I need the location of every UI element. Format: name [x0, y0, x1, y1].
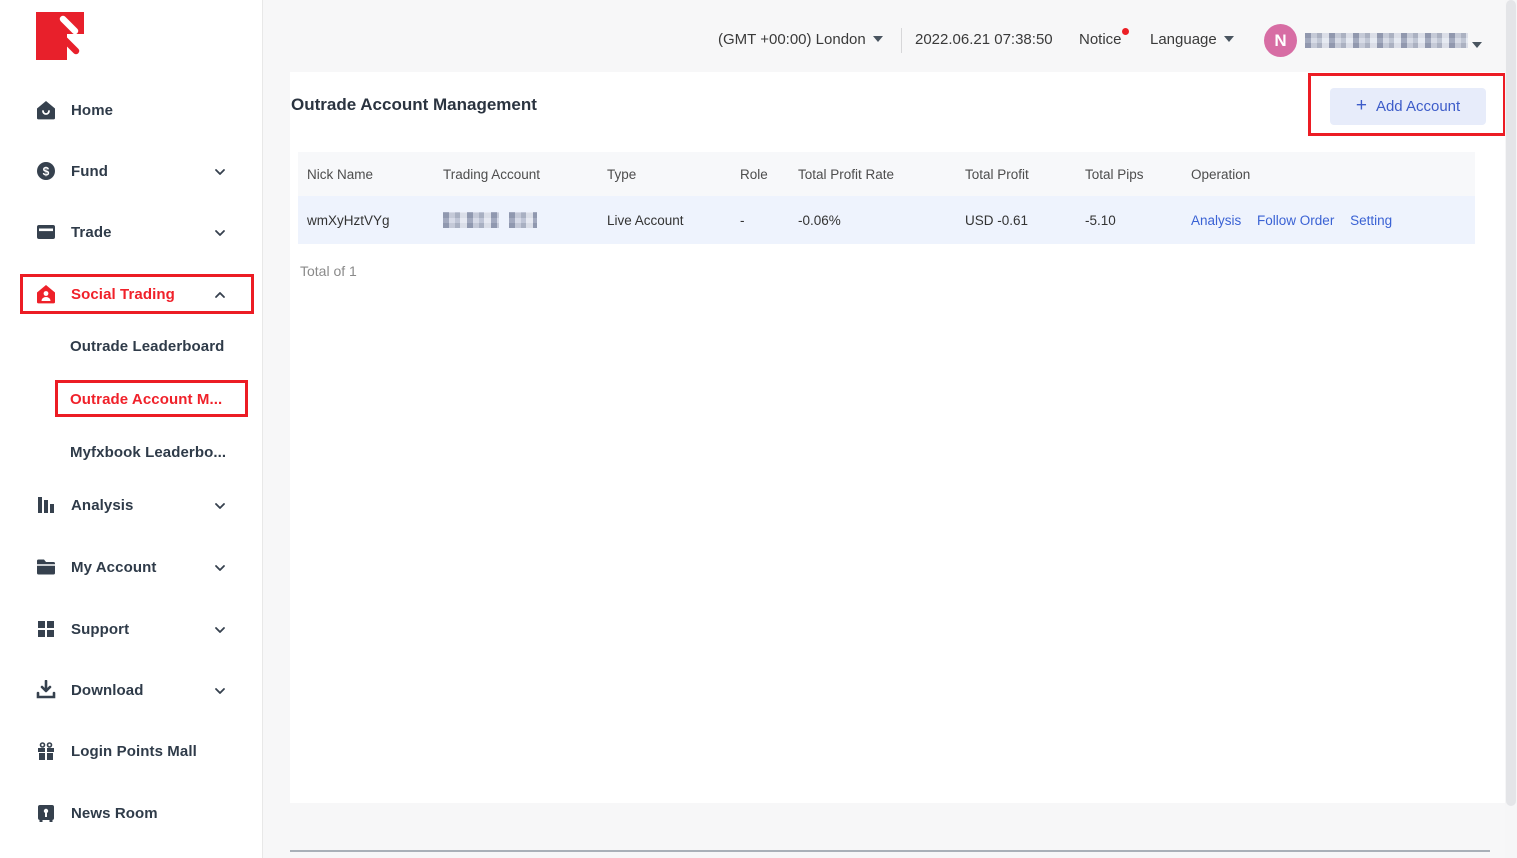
- column-header-type: Type: [598, 152, 731, 196]
- news-room-icon: [36, 803, 56, 823]
- language-label: Language: [1150, 31, 1217, 48]
- chevron-down-icon: [214, 623, 226, 635]
- sidebar-item-label: Support: [71, 621, 129, 638]
- sidebar-item-label: Myfxbook Leaderbo...: [70, 444, 226, 461]
- sidebar-item-trade[interactable]: Trade: [0, 212, 263, 252]
- sidebar-item-login-points-mall[interactable]: Login Points Mall: [0, 731, 263, 771]
- cell-total-pips: -5.10: [1076, 196, 1182, 244]
- sidebar-item-download[interactable]: Download: [0, 670, 263, 710]
- notice-link[interactable]: Notice: [1079, 31, 1122, 48]
- sidebar: Home $ Fund Trade Social Trading Outrade…: [0, 0, 263, 858]
- caret-down-icon: [1224, 36, 1234, 42]
- sidebar-item-label: Download: [71, 682, 143, 699]
- sidebar-item-fund[interactable]: $ Fund: [0, 151, 263, 191]
- chevron-down-icon: [214, 684, 226, 696]
- accounts-table: Nick Name Trading Account Type Role Tota…: [298, 152, 1475, 244]
- chevron-down-icon: [214, 226, 226, 238]
- sidebar-item-label: Social Trading: [71, 286, 175, 303]
- svg-text:$: $: [43, 165, 50, 179]
- brand-logo-icon[interactable]: [36, 12, 84, 60]
- sidebar-item-home[interactable]: Home: [0, 90, 263, 130]
- trading-account-blurred: [443, 212, 499, 228]
- topbar-divider: [901, 28, 902, 53]
- sidebar-item-support[interactable]: Support: [0, 609, 263, 649]
- cell-nick-name: wmXyHztVYg: [298, 196, 434, 244]
- column-header-total-profit-rate: Total Profit Rate: [789, 152, 956, 196]
- total-count-label: Total of 1: [300, 263, 357, 279]
- my-account-icon: [36, 557, 56, 577]
- user-menu-caret-icon[interactable]: [1472, 37, 1482, 55]
- page-title: Outrade Account Management: [291, 95, 537, 115]
- support-icon: [36, 619, 56, 639]
- column-header-operation: Operation: [1182, 152, 1475, 196]
- column-header-total-pips: Total Pips: [1076, 152, 1182, 196]
- column-header-trading-account: Trading Account: [434, 152, 598, 196]
- sidebar-item-label: My Account: [71, 559, 156, 576]
- sidebar-item-label: Outrade Account M...: [70, 391, 222, 408]
- timezone-selector[interactable]: (GMT +00:00) London: [718, 31, 883, 48]
- sidebar-item-analysis[interactable]: Analysis: [0, 485, 263, 525]
- sidebar-item-label: Analysis: [71, 497, 134, 514]
- analysis-icon: [36, 495, 56, 515]
- cell-total-profit-rate: -0.06%: [789, 196, 956, 244]
- sidebar-item-label: News Room: [71, 805, 158, 822]
- column-header-role: Role: [731, 152, 789, 196]
- follow-order-link[interactable]: Follow Order: [1257, 213, 1334, 228]
- add-account-label: Add Account: [1376, 98, 1460, 115]
- scrollbar-thumb[interactable]: [1506, 0, 1516, 806]
- footer-divider: [290, 850, 1490, 852]
- caret-down-icon: [873, 36, 883, 42]
- fund-icon: $: [36, 161, 56, 181]
- cell-operation: Analysis Follow Order Setting: [1182, 196, 1475, 244]
- gift-icon: [36, 741, 56, 761]
- social-trading-icon: [36, 284, 56, 304]
- sidebar-item-label: Trade: [71, 224, 112, 241]
- chevron-up-icon: [214, 288, 226, 300]
- sidebar-item-label: Outrade Leaderboard: [70, 338, 224, 355]
- sidebar-item-label: Fund: [71, 163, 108, 180]
- column-header-nick-name: Nick Name: [298, 152, 434, 196]
- setting-link[interactable]: Setting: [1350, 213, 1392, 228]
- sidebar-item-outrade-leaderboard[interactable]: Outrade Leaderboard: [0, 326, 263, 366]
- trading-account-blurred: [509, 212, 537, 228]
- username-blurred[interactable]: [1305, 33, 1468, 48]
- chevron-down-icon: [214, 499, 226, 511]
- avatar-letter: N: [1274, 31, 1286, 51]
- sidebar-item-label: Login Points Mall: [71, 743, 197, 760]
- trade-icon: [36, 222, 56, 242]
- add-account-button[interactable]: + Add Account: [1330, 88, 1486, 125]
- chevron-down-icon: [214, 561, 226, 573]
- sidebar-item-news-room[interactable]: News Room: [0, 793, 263, 833]
- sidebar-item-myfxbook-leaderboard[interactable]: Myfxbook Leaderbo...: [0, 432, 263, 472]
- sidebar-item-my-account[interactable]: My Account: [0, 547, 263, 587]
- cell-type: Live Account: [598, 196, 731, 244]
- home-icon: [36, 100, 56, 120]
- datetime-label: 2022.06.21 07:38:50: [915, 31, 1053, 48]
- timezone-label: (GMT +00:00) London: [718, 31, 866, 48]
- sidebar-item-social-trading[interactable]: Social Trading: [0, 274, 263, 314]
- sidebar-item-outrade-account-management[interactable]: Outrade Account M...: [0, 379, 263, 419]
- analysis-link[interactable]: Analysis: [1191, 213, 1241, 228]
- table-row: wmXyHztVYg Live Account - -0.06% USD -0.…: [298, 196, 1475, 244]
- notice-badge-dot: [1122, 28, 1129, 35]
- language-selector[interactable]: Language: [1150, 31, 1234, 48]
- chevron-down-icon: [214, 165, 226, 177]
- download-icon: [36, 680, 56, 700]
- column-header-total-profit: Total Profit: [956, 152, 1076, 196]
- plus-icon: +: [1356, 96, 1367, 115]
- avatar[interactable]: N: [1264, 24, 1297, 57]
- cell-total-profit: USD -0.61: [956, 196, 1076, 244]
- cell-trading-account: [434, 196, 598, 244]
- cell-role: -: [731, 196, 789, 244]
- table-header-row: Nick Name Trading Account Type Role Tota…: [298, 152, 1475, 196]
- scrollbar[interactable]: [1505, 0, 1517, 858]
- sidebar-item-label: Home: [71, 102, 113, 119]
